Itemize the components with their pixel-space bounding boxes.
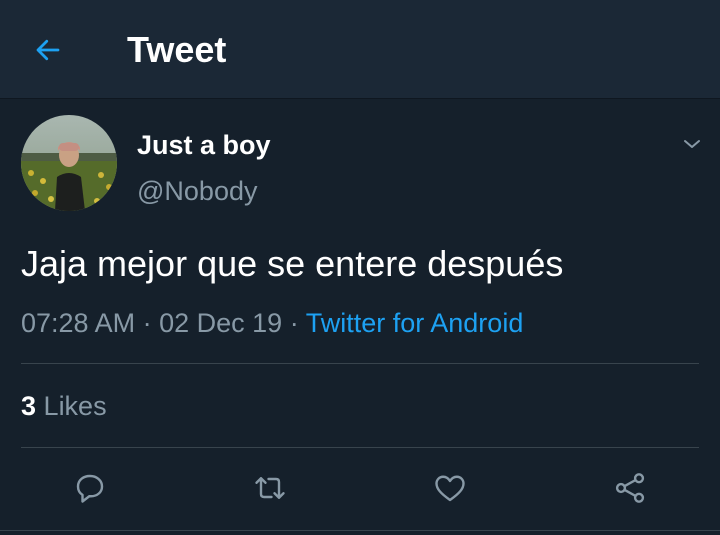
- page-title: Tweet: [127, 29, 227, 70]
- reply-icon: [76, 474, 104, 503]
- arrow-left-icon: [36, 39, 60, 61]
- meta-separator: ·: [142, 308, 152, 338]
- tweet-time: 07:28 AM: [21, 308, 136, 338]
- tweet-date: 02 Dec 19: [159, 308, 283, 338]
- divider: [21, 447, 699, 448]
- tweet-text: Jaja mejor que se entere después: [21, 243, 564, 284]
- tweet-source-link[interactable]: Twitter for Android: [306, 308, 524, 338]
- divider: [21, 363, 699, 364]
- top-app-bar: Tweet: [0, 0, 720, 99]
- back-button[interactable]: [24, 26, 72, 74]
- avatar[interactable]: [21, 115, 117, 211]
- meta-separator: ·: [289, 308, 299, 338]
- divider: [0, 530, 720, 531]
- like-icon: [435, 475, 465, 502]
- share-icon: [615, 473, 645, 503]
- share-button[interactable]: [608, 466, 652, 510]
- retweet-button[interactable]: [248, 466, 292, 510]
- likes-stat[interactable]: 3 Likes: [21, 388, 107, 424]
- tweet-detail-screen: Tweet Just a boy @Nobody Jaja mejor que …: [0, 0, 720, 535]
- avatar-photo: [21, 115, 117, 211]
- likes-count: 3: [21, 391, 37, 421]
- chevron-down-icon: [684, 140, 700, 148]
- tweet-menu-button[interactable]: [672, 126, 712, 162]
- reply-button[interactable]: [68, 466, 112, 510]
- display-name[interactable]: Just a boy: [137, 127, 271, 163]
- tweet-meta: 07:28 AM · 02 Dec 19 · Twitter for Andro…: [21, 304, 523, 342]
- user-handle[interactable]: @Nobody: [137, 173, 257, 209]
- retweet-icon: [255, 477, 285, 499]
- like-button[interactable]: [428, 466, 472, 510]
- likes-label: Likes: [43, 391, 107, 421]
